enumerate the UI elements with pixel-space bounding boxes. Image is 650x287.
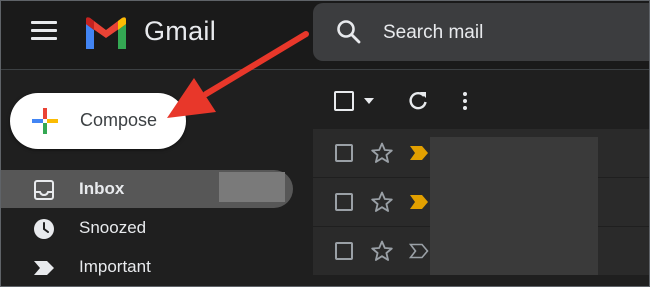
main-menu-icon[interactable] bbox=[31, 21, 57, 43]
inbox-count-badge bbox=[219, 172, 285, 202]
important-marker-icon[interactable] bbox=[409, 145, 429, 161]
important-marker-icon[interactable] bbox=[409, 194, 429, 210]
compose-button[interactable]: Compose bbox=[10, 93, 186, 149]
label-important-icon bbox=[34, 261, 54, 275]
star-icon[interactable] bbox=[371, 142, 393, 164]
inbox-icon bbox=[34, 180, 54, 200]
plus-icon bbox=[32, 108, 58, 134]
redacted-email-content bbox=[430, 137, 598, 275]
top-bar: Gmail Search mail bbox=[1, 1, 649, 70]
compose-label: Compose bbox=[80, 110, 158, 130]
sidebar-item-label: Important bbox=[79, 257, 151, 276]
more-vert-icon[interactable] bbox=[459, 90, 471, 112]
search-icon[interactable] bbox=[335, 18, 363, 46]
star-icon[interactable] bbox=[371, 191, 393, 213]
row-checkbox[interactable] bbox=[335, 193, 353, 211]
row-checkbox[interactable] bbox=[335, 242, 353, 260]
refresh-icon[interactable] bbox=[407, 90, 429, 112]
sidebar-item-label: Inbox bbox=[79, 179, 125, 198]
star-icon[interactable] bbox=[371, 240, 393, 262]
search-bar[interactable]: Search mail bbox=[313, 3, 649, 61]
clock-icon bbox=[34, 219, 54, 239]
chevron-down-icon[interactable] bbox=[363, 97, 375, 105]
gmail-window: Gmail Search mail Compose Inbox Snoozed … bbox=[0, 0, 650, 287]
gmail-logo-icon[interactable] bbox=[83, 15, 129, 51]
select-all-checkbox[interactable] bbox=[334, 91, 354, 111]
sidebar-item-label: Snoozed bbox=[79, 218, 147, 237]
sidebar-item-important[interactable]: Important bbox=[1, 248, 293, 286]
sidebar-item-inbox[interactable]: Inbox bbox=[1, 170, 293, 208]
brand-name: Gmail bbox=[144, 16, 217, 46]
search-input[interactable]: Search mail bbox=[383, 22, 483, 44]
sidebar-item-snoozed[interactable]: Snoozed bbox=[1, 209, 293, 247]
not-important-marker-icon[interactable] bbox=[409, 243, 429, 259]
row-checkbox[interactable] bbox=[335, 144, 353, 162]
